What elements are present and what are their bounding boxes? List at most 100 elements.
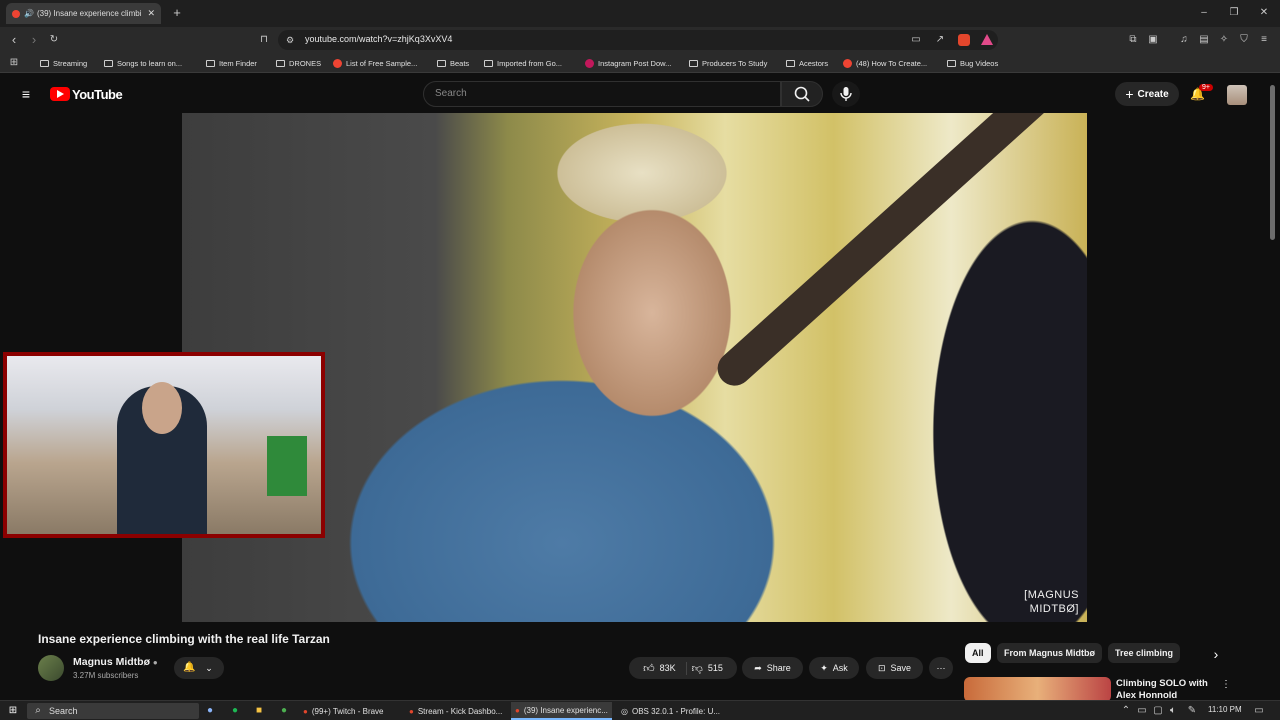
search-icon — [794, 86, 810, 102]
minimize-button[interactable]: – — [1198, 7, 1210, 19]
bookmark-item[interactable]: Producers To Study — [689, 56, 767, 70]
bookmark-item[interactable]: List of Free Sample... — [333, 56, 417, 70]
dislike-button[interactable]: 👎︎ 515 — [692, 662, 723, 675]
share-page-icon[interactable]: ↗ — [934, 34, 946, 46]
wallet-icon[interactable]: ▤ — [1198, 34, 1210, 46]
bookmark-item[interactable]: Beats — [437, 56, 469, 70]
hamburger-menu-icon[interactable]: ≡ — [20, 87, 32, 101]
like-count: 83K — [659, 663, 676, 673]
browser-tab-bar: 🔊 (39) Insane experience climbi ✕ + – ❐ … — [0, 0, 1280, 27]
search-input[interactable]: Search — [423, 81, 781, 107]
ask-button[interactable]: ✦ Ask — [809, 657, 859, 679]
bookmark-item[interactable]: Instagram Post Dow... — [585, 56, 671, 70]
apps-grid-icon[interactable]: ⊞ — [8, 57, 20, 69]
more-vertical-icon[interactable]: ⋮ — [1220, 679, 1232, 691]
share-button[interactable]: ➦ Share — [742, 657, 803, 679]
chip-all[interactable]: All — [965, 643, 991, 663]
channel-name[interactable]: Magnus Midtbø ● — [73, 656, 158, 668]
chips-next-icon[interactable]: › — [1210, 647, 1222, 661]
channel-avatar[interactable] — [38, 655, 64, 681]
taskbar-search[interactable]: ⌕ Search — [27, 703, 199, 719]
network-icon[interactable]: ▭ — [1136, 705, 1148, 717]
recommendation-title[interactable]: Climbing SOLO with Alex Honnold — [1116, 678, 1216, 702]
spotify-icon[interactable]: ● — [229, 705, 241, 717]
watermark-line: [MAGNUS — [1024, 589, 1079, 601]
youtube-wordmark: YouTube — [72, 87, 123, 102]
taskbar-task-label: (99+) Twitch - Brave — [311, 706, 384, 716]
close-tab-icon[interactable]: ✕ — [147, 8, 155, 19]
reload-icon[interactable]: ↻ — [48, 34, 60, 46]
taskbar-clock[interactable]: 11:10 PM — [1208, 705, 1242, 714]
tray-chevron-icon[interactable]: ⌃ — [1120, 705, 1132, 717]
site-info-icon[interactable]: ⚙ — [284, 34, 296, 46]
bookmark-item[interactable]: (48) How To Create... — [843, 56, 927, 70]
recommendation-thumbnail[interactable] — [964, 677, 1111, 702]
brave-shields-icon[interactable] — [958, 34, 970, 46]
share-label: Share — [766, 663, 791, 673]
windows-start-icon[interactable]: ⊞ — [7, 705, 19, 717]
bookmark-item[interactable]: Songs to learn on... — [104, 56, 182, 70]
back-icon[interactable]: ‹ — [8, 33, 20, 46]
url-text: youtube.com/watch?v=zhjKq3XvXV4 — [305, 34, 453, 44]
leo-ai-icon[interactable]: ✧ — [1218, 34, 1230, 46]
like-button[interactable]: 👍︎ 83K — [643, 661, 687, 675]
extensions-icon[interactable]: ⧉ — [1127, 34, 1139, 46]
bell-icon: 🔔 — [183, 662, 196, 673]
taskbar-task[interactable]: ● (99+) Twitch - Brave — [299, 702, 388, 720]
share-icon: ➦ — [754, 662, 762, 673]
address-field[interactable]: ⚙ youtube.com/watch?v=zhjKq3XvXV4 ▭ ↗ — [278, 30, 998, 50]
close-window-button[interactable]: ✕ — [1258, 7, 1270, 19]
account-avatar[interactable] — [1227, 85, 1247, 105]
chevron-down-icon: ⌄ — [205, 663, 213, 673]
webcam-overlay — [3, 352, 325, 538]
cast-icon[interactable]: ▭ — [910, 34, 922, 46]
video-title: Insane experience climbing with the real… — [38, 632, 330, 646]
taskbar-task-active[interactable]: ● (39) Insane experienc... — [511, 702, 612, 720]
taskbar-task[interactable]: ● Stream - Kick Dashbo... — [405, 702, 506, 720]
scrollbar-thumb[interactable] — [1270, 85, 1275, 240]
bookmark-label: Item Finder — [219, 58, 257, 68]
notification-center-icon[interactable]: ▭ — [1253, 705, 1265, 717]
more-actions-button[interactable]: ⋯ — [929, 657, 953, 679]
bookmark-item[interactable]: Acestors — [786, 56, 828, 70]
chip-tree-climbing[interactable]: Tree climbing — [1108, 643, 1181, 663]
maximize-button[interactable]: ❐ — [1228, 7, 1240, 19]
bookmark-item[interactable]: Item Finder — [206, 56, 257, 70]
media-icon[interactable]: ♫ — [1178, 34, 1190, 46]
voice-search-button[interactable] — [832, 81, 860, 107]
pen-icon[interactable]: ✎ — [1186, 705, 1198, 717]
discord-icon[interactable]: ● — [204, 705, 216, 717]
browser-tab-active[interactable]: 🔊 (39) Insane experience climbi ✕ — [6, 3, 161, 24]
new-tab-button[interactable]: + — [171, 6, 183, 19]
bookmark-label: Streaming — [53, 58, 88, 68]
sidebar-icon[interactable]: ▣ — [1147, 34, 1159, 46]
bookmark-label: Beats — [450, 58, 470, 68]
file-explorer-icon[interactable]: ■ — [253, 705, 265, 717]
folder-icon — [40, 59, 49, 67]
search-button[interactable] — [781, 81, 823, 107]
display-icon[interactable]: ▢ — [1152, 705, 1164, 717]
bookmark-label: Producers To Study — [702, 58, 768, 68]
subscribed-bell-button[interactable]: 🔔 ⌄ — [174, 657, 224, 679]
taskbar-task[interactable]: ◎ OBS 32.0.1 - Profile: U... — [617, 702, 724, 720]
thumbs-up-icon: 👍︎ — [643, 662, 655, 675]
bookmark-item[interactable]: DRONES — [276, 56, 321, 70]
chip-from-channel[interactable]: From Magnus Midtbø — [997, 643, 1102, 663]
brave-rewards-icon[interactable] — [981, 34, 993, 45]
bookmark-item[interactable]: Streaming — [40, 56, 87, 70]
save-button[interactable]: ⊡ Save — [866, 657, 923, 679]
menu-icon[interactable]: ≡ — [1258, 34, 1270, 46]
notification-badge: 9+ — [1199, 84, 1213, 91]
search-icon: ⌕ — [35, 705, 41, 716]
vpn-icon[interactable]: ⛉ — [1238, 34, 1250, 46]
thumbs-down-icon: 👎︎ — [691, 662, 703, 675]
volume-icon[interactable]: 🔈︎ — [1167, 705, 1179, 717]
bookmark-icon[interactable]: ⊓ — [258, 34, 270, 46]
bookmark-item[interactable]: Imported from Go... — [484, 56, 562, 70]
chrome-icon[interactable]: ● — [278, 705, 290, 717]
youtube-header: ≡ YouTube Search + Create 🔔 9+ — [0, 76, 1280, 112]
brave-icon: ● — [515, 705, 520, 715]
forward-icon[interactable]: › — [28, 33, 40, 46]
bookmark-item[interactable]: Bug Videos — [947, 56, 998, 70]
create-button[interactable]: + Create — [1115, 82, 1179, 106]
